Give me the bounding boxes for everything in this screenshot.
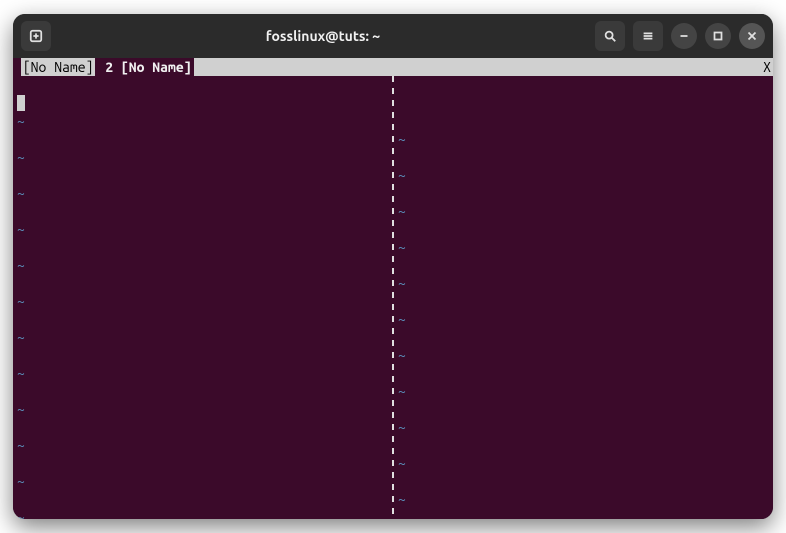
vim-tab-2[interactable]: 2 [No Name]: [103, 58, 193, 76]
empty-line: [398, 94, 769, 112]
search-button[interactable]: [595, 21, 625, 51]
tilde-line: ~: [17, 328, 388, 346]
tilde-line: ~: [398, 274, 769, 292]
terminal-content[interactable]: [No Name] 2 [No Name] X ~ ~ ~ ~ ~ ~ ~ ~ …: [13, 58, 773, 519]
tab-spacer: [13, 58, 21, 76]
tilde-line: ~: [17, 292, 388, 310]
tilde-line: ~: [17, 220, 388, 238]
vim-pane-left[interactable]: ~ ~ ~ ~ ~ ~ ~ ~ ~ ~ ~ ~ ~ ~ ~ ~ ~ ~ ~ ~: [13, 76, 392, 519]
tilde-line: ~: [398, 310, 769, 328]
close-button[interactable]: [739, 23, 765, 49]
vim-tab-1[interactable]: [No Name]: [21, 58, 96, 76]
tilde-line: ~: [398, 346, 769, 364]
vim-pane-right[interactable]: ~ ~ ~ ~ ~ ~ ~ ~ ~ ~ ~ ~ ~ ~ ~ ~ ~ ~ ~ ~: [394, 76, 773, 519]
tilde-line: ~: [398, 166, 769, 184]
tilde-line: ~: [398, 454, 769, 472]
tilde-line: ~: [398, 490, 769, 508]
tilde-line: ~: [398, 238, 769, 256]
vim-tab-close[interactable]: X: [761, 58, 773, 76]
tilde-line: ~: [17, 472, 388, 490]
tilde-line: ~: [17, 508, 388, 519]
tilde-line: ~: [398, 418, 769, 436]
tilde-line: ~: [17, 436, 388, 454]
tabline-fill: [194, 58, 762, 76]
tab-2-count: 2: [105, 59, 113, 75]
tilde-line: ~: [17, 112, 388, 130]
pane-left-content: ~ ~ ~ ~ ~ ~ ~ ~ ~ ~ ~ ~ ~ ~ ~ ~ ~ ~ ~ ~: [13, 76, 392, 519]
tab-gap: [95, 58, 103, 76]
tilde-line: ~: [17, 256, 388, 274]
vim-tabline: [No Name] 2 [No Name] X: [13, 58, 773, 76]
tilde-line: ~: [17, 364, 388, 382]
tilde-line: ~: [398, 202, 769, 220]
pane-right-content: ~ ~ ~ ~ ~ ~ ~ ~ ~ ~ ~ ~ ~ ~ ~ ~ ~ ~ ~ ~: [394, 76, 773, 519]
menu-button[interactable]: [633, 21, 663, 51]
maximize-button[interactable]: [705, 23, 731, 49]
tilde-line: ~: [17, 148, 388, 166]
new-tab-button[interactable]: [21, 21, 51, 51]
tilde-line: ~: [17, 184, 388, 202]
window-title: fosslinux@tuts: ~: [59, 28, 587, 44]
minimize-button[interactable]: [671, 23, 697, 49]
tab-2-name: [No Name]: [121, 59, 192, 75]
tilde-line: ~: [398, 130, 769, 148]
cursor: [17, 95, 25, 111]
titlebar: fosslinux@tuts: ~: [13, 14, 773, 58]
terminal-window: fosslinux@tuts: ~ [No Name] 2 [No N: [13, 14, 773, 519]
tilde-line: ~: [398, 382, 769, 400]
tilde-line: ~: [17, 400, 388, 418]
vim-editor-area: ~ ~ ~ ~ ~ ~ ~ ~ ~ ~ ~ ~ ~ ~ ~ ~ ~ ~ ~ ~ …: [13, 76, 773, 519]
